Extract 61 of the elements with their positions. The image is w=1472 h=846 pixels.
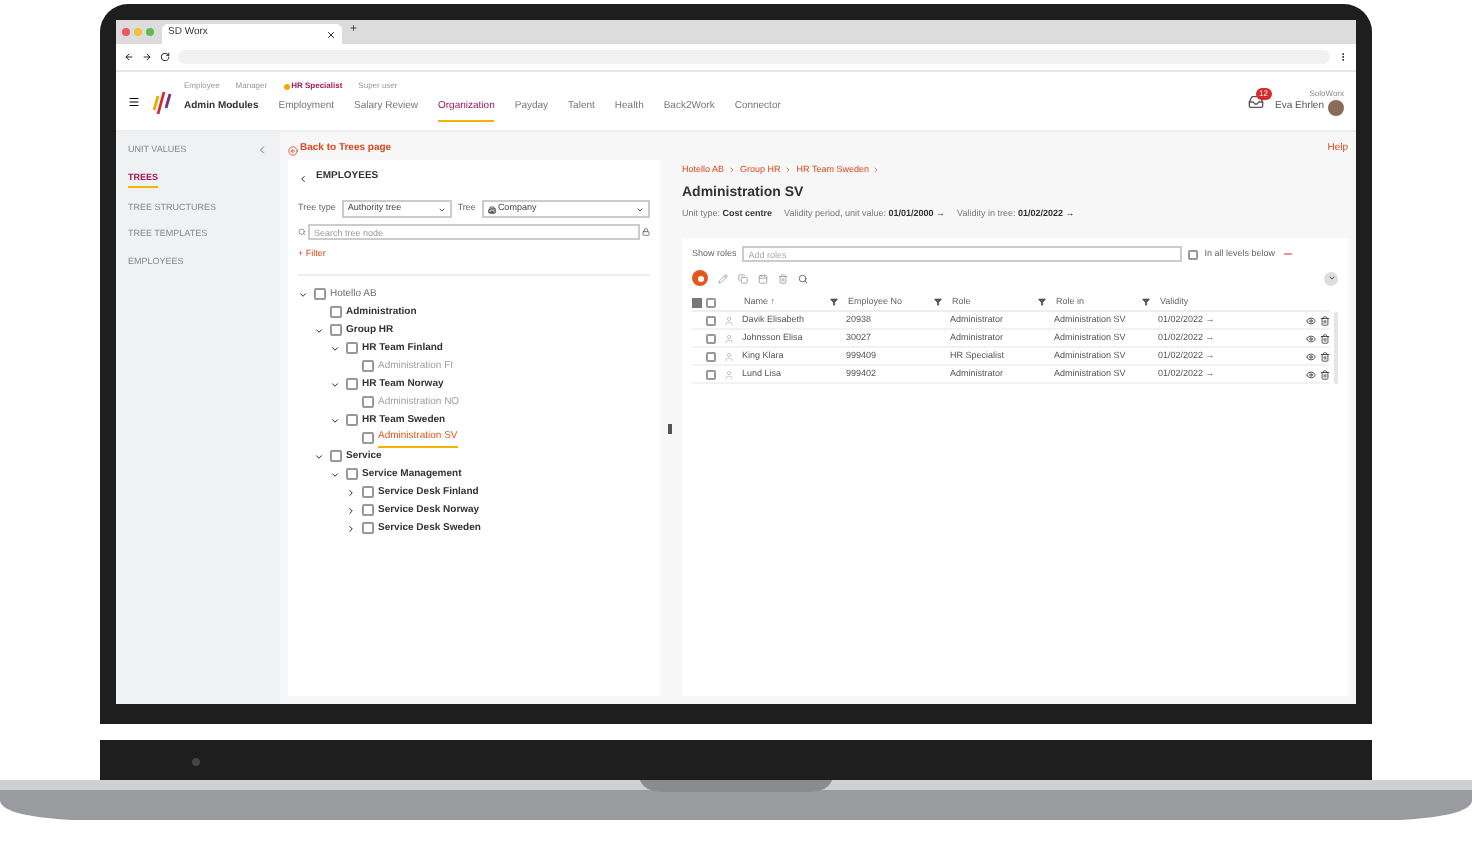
reload-icon[interactable] <box>160 52 170 62</box>
add-button[interactable] <box>692 270 708 286</box>
chevron-icon[interactable] <box>330 415 342 426</box>
node-box-icon <box>362 522 374 535</box>
trash-icon[interactable] <box>1320 333 1330 343</box>
building-icon <box>487 205 496 213</box>
resize-handle[interactable] <box>668 423 671 433</box>
chevron-icon[interactable] <box>346 523 358 534</box>
node-box-icon <box>362 504 374 517</box>
logo-icon <box>152 87 172 115</box>
chevron-icon[interactable] <box>330 379 342 390</box>
chevron-icon[interactable] <box>314 451 326 462</box>
chevron-icon[interactable] <box>330 343 342 354</box>
eye-icon[interactable] <box>1306 369 1316 379</box>
avatar-icon[interactable] <box>1328 99 1344 115</box>
chevron-icon[interactable] <box>330 469 342 480</box>
node-box-icon <box>346 468 358 481</box>
inbox-icon[interactable] <box>1247 93 1264 109</box>
node-box-icon <box>330 306 342 319</box>
select-all-checkbox[interactable] <box>706 297 716 307</box>
forward-icon[interactable] <box>142 52 152 62</box>
trash-icon[interactable] <box>1320 351 1330 361</box>
node-box-icon <box>330 324 342 337</box>
trash-icon[interactable] <box>1320 369 1330 379</box>
filter-icon[interactable] <box>934 298 942 306</box>
node-box-icon <box>346 342 358 355</box>
node-box-icon <box>346 378 358 391</box>
node-box-icon <box>362 396 374 409</box>
trash-icon[interactable] <box>1320 315 1330 325</box>
chevron-icon[interactable] <box>346 487 358 498</box>
eye-icon[interactable] <box>1306 315 1316 325</box>
row-checkbox[interactable] <box>706 351 716 361</box>
chevron-icon[interactable] <box>314 325 326 336</box>
person-icon <box>724 315 734 325</box>
back-icon[interactable] <box>124 52 134 62</box>
lock-icon <box>642 228 650 236</box>
eye-icon[interactable] <box>1306 333 1316 343</box>
search-icon <box>298 228 306 236</box>
row-checkbox[interactable] <box>706 333 716 343</box>
person-icon <box>724 369 734 379</box>
filter-icon[interactable] <box>830 298 838 306</box>
back-arrow-icon <box>288 145 298 155</box>
search-icon[interactable] <box>798 273 808 283</box>
person-icon <box>724 351 734 361</box>
node-box-icon <box>330 450 342 463</box>
row-checkbox[interactable] <box>706 369 716 379</box>
row-checkbox[interactable] <box>706 315 716 325</box>
chevron-icon[interactable] <box>298 173 308 183</box>
node-box-icon <box>314 288 326 301</box>
filter-icon[interactable] <box>1038 298 1046 306</box>
eye-icon[interactable] <box>1306 351 1316 361</box>
node-box-icon <box>362 486 374 499</box>
node-box-icon <box>362 360 374 373</box>
chevron-icon[interactable] <box>298 289 310 300</box>
node-box-icon <box>346 414 358 427</box>
person-icon <box>724 333 734 343</box>
chevron-icon[interactable] <box>346 505 358 516</box>
checkbox[interactable] <box>1188 249 1199 259</box>
filter-icon[interactable] <box>1142 298 1150 306</box>
menu-icon[interactable] <box>128 95 140 107</box>
node-box-icon <box>362 432 374 445</box>
